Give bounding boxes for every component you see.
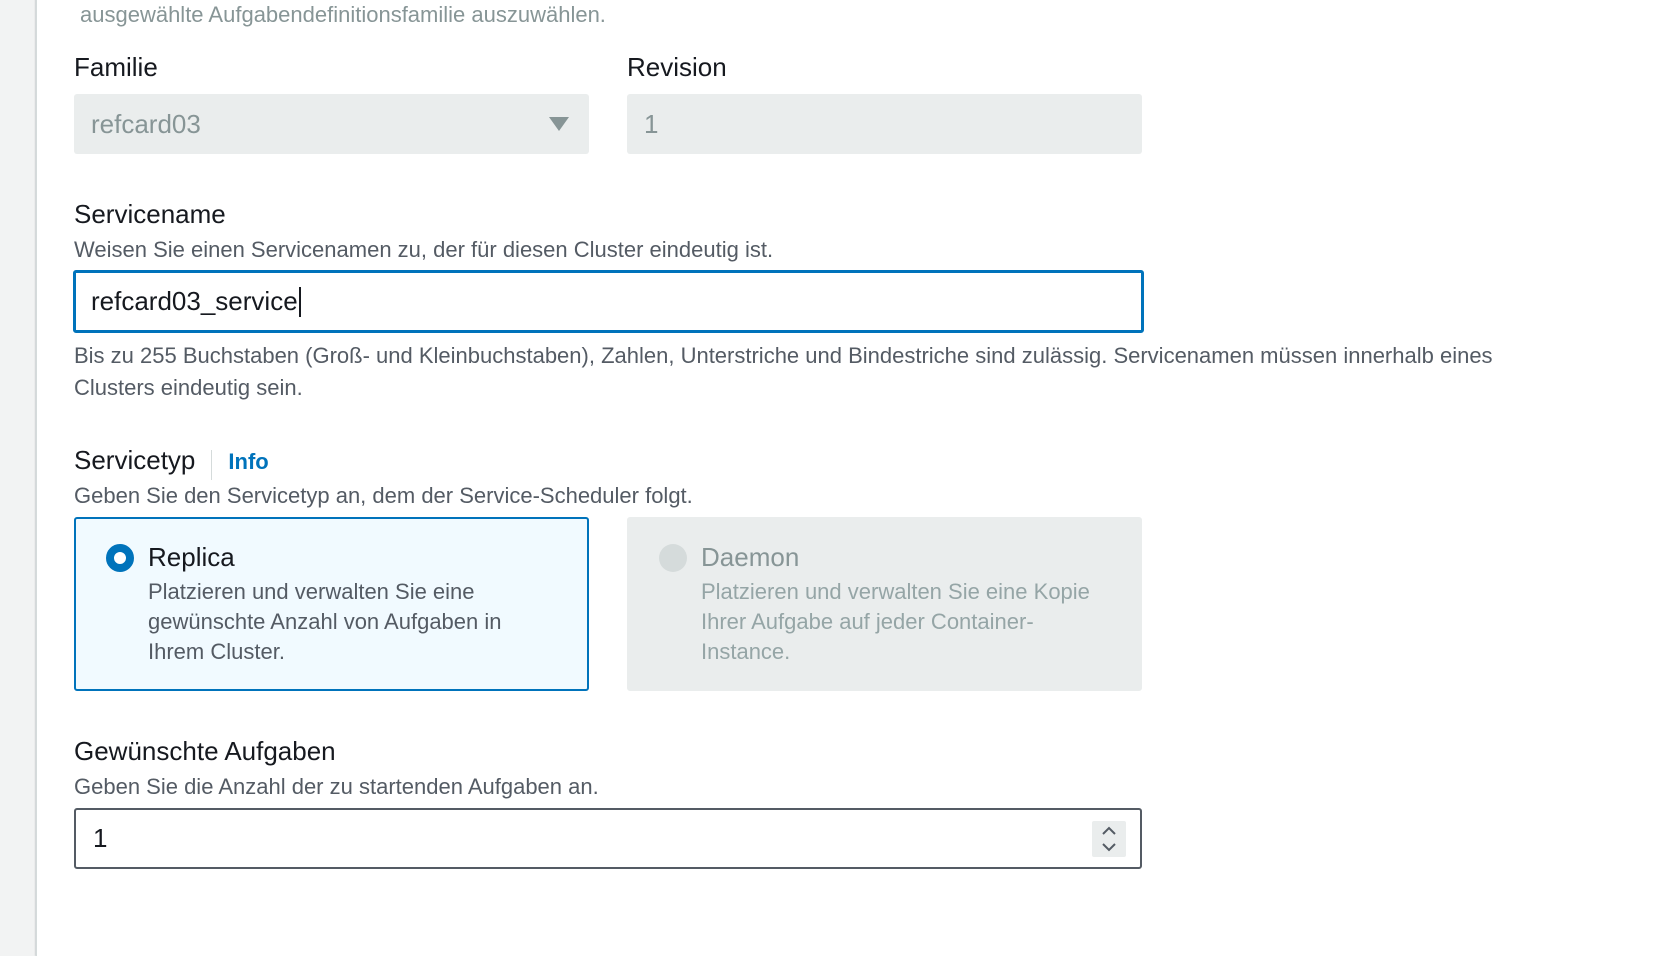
radio-disabled-icon[interactable] (659, 544, 687, 572)
revision-label: Revision (627, 52, 727, 82)
caret-down-icon (549, 117, 569, 131)
service-type-option-replica[interactable]: Replica Platzieren und verwalten Sie ein… (74, 517, 589, 691)
replica-title: Replica (148, 542, 235, 572)
family-label: Familie (74, 52, 158, 82)
desired-tasks-label: Gewünschte Aufgaben (74, 736, 336, 766)
service-name-value: refcard03_service (91, 286, 298, 316)
radio-selected-icon[interactable] (106, 544, 134, 572)
desired-tasks-description: Geben Sie die Anzahl der zu startenden A… (74, 774, 599, 799)
service-type-info-link[interactable]: Info (228, 449, 268, 474)
family-select-value: refcard03 (91, 108, 201, 139)
service-name-input[interactable]: refcard03_service (73, 270, 1144, 333)
desired-tasks-input[interactable]: 1 (74, 808, 1142, 869)
daemon-title: Daemon (701, 542, 800, 572)
text-cursor (298, 286, 301, 317)
service-type-description: Geben Sie den Servicetyp an, dem der Ser… (74, 483, 693, 508)
service-type-header: Servicetyp Info (74, 443, 269, 482)
family-hint-text: ausgewählte Aufgabendefinitionsfamilie a… (80, 2, 606, 27)
service-name-constraint: Bis zu 255 Buchstaben (Groß- und Kleinbu… (74, 343, 1493, 400)
revision-field[interactable]: 1 (627, 94, 1142, 154)
stepper-icon[interactable] (1092, 821, 1126, 857)
service-type-label: Servicetyp (74, 445, 196, 475)
service-name-description: Weisen Sie einen Servicenamen zu, der fü… (74, 237, 774, 262)
service-name-label: Servicename (74, 199, 226, 229)
daemon-description: Platzieren und verwalten Sie eine Kopie … (701, 579, 1090, 664)
service-type-option-daemon[interactable]: Daemon Platzieren und verwalten Sie eine… (627, 517, 1142, 691)
replica-description: Platzieren und verwalten Sie eine gewüns… (148, 579, 502, 664)
family-select[interactable]: refcard03 (74, 94, 589, 154)
revision-value: 1 (644, 108, 659, 139)
desired-tasks-value: 1 (93, 823, 108, 853)
header-divider (211, 449, 213, 480)
chevron-up-down-icon (1102, 826, 1116, 852)
